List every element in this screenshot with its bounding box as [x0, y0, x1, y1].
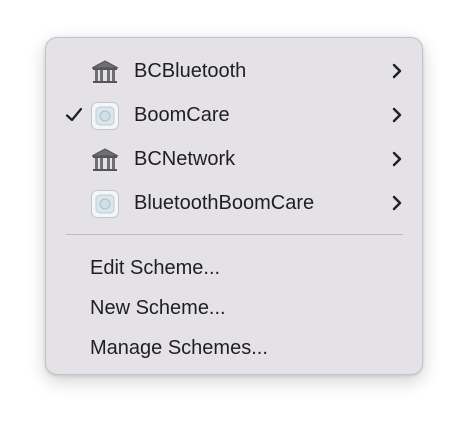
- scheme-menu: BCBluetooth BoomCare BCNetwork Bluetooth…: [45, 37, 423, 375]
- library-icon: [91, 60, 119, 83]
- menu-item-label: New Scheme...: [90, 297, 226, 319]
- scheme-label: BoomCare: [134, 104, 230, 126]
- scheme-item-bcbluetooth[interactable]: BCBluetooth: [46, 49, 422, 93]
- chevron-right-icon: [392, 107, 402, 123]
- chevron-right-icon: [392, 151, 402, 167]
- scheme-label: BCBluetooth: [134, 60, 247, 82]
- edit-scheme-menu-item[interactable]: Edit Scheme...: [46, 248, 422, 288]
- new-scheme-menu-item[interactable]: New Scheme...: [46, 288, 422, 328]
- menu-separator: [66, 234, 403, 235]
- library-icon: [91, 148, 119, 171]
- app-icon: [91, 190, 119, 218]
- chevron-right-icon: [392, 63, 402, 79]
- menu-item-label: Manage Schemes...: [90, 337, 268, 359]
- app-icon: [91, 102, 119, 130]
- checkmark-icon: [65, 107, 83, 122]
- scheme-label: BluetoothBoomCare: [134, 192, 315, 214]
- scheme-item-bluetoothboomcare[interactable]: BluetoothBoomCare: [46, 181, 422, 225]
- chevron-right-icon: [392, 195, 402, 211]
- scheme-item-boomcare[interactable]: BoomCare: [46, 93, 422, 137]
- scheme-label: BCNetwork: [134, 148, 236, 170]
- scheme-item-bcnetwork[interactable]: BCNetwork: [46, 137, 422, 181]
- manage-schemes-menu-item[interactable]: Manage Schemes...: [46, 328, 422, 368]
- menu-item-label: Edit Scheme...: [90, 257, 221, 279]
